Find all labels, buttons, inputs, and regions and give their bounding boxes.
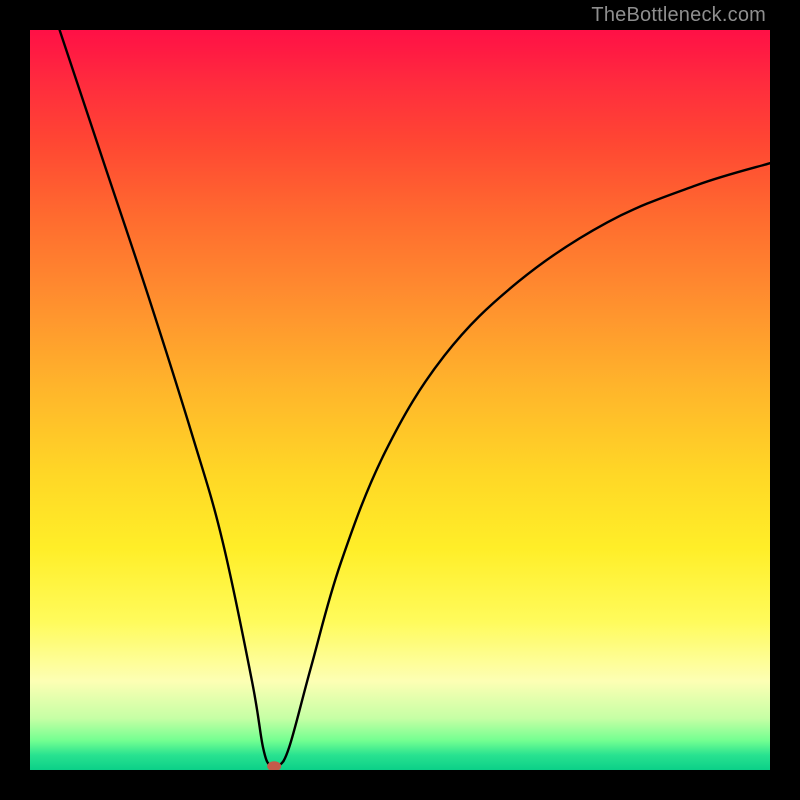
curve-path bbox=[60, 30, 770, 769]
optimum-marker bbox=[267, 761, 281, 770]
bottleneck-curve bbox=[30, 30, 770, 770]
plot-area bbox=[30, 30, 770, 770]
chart-frame: TheBottleneck.com bbox=[0, 0, 800, 800]
watermark-text: TheBottleneck.com bbox=[591, 4, 766, 27]
